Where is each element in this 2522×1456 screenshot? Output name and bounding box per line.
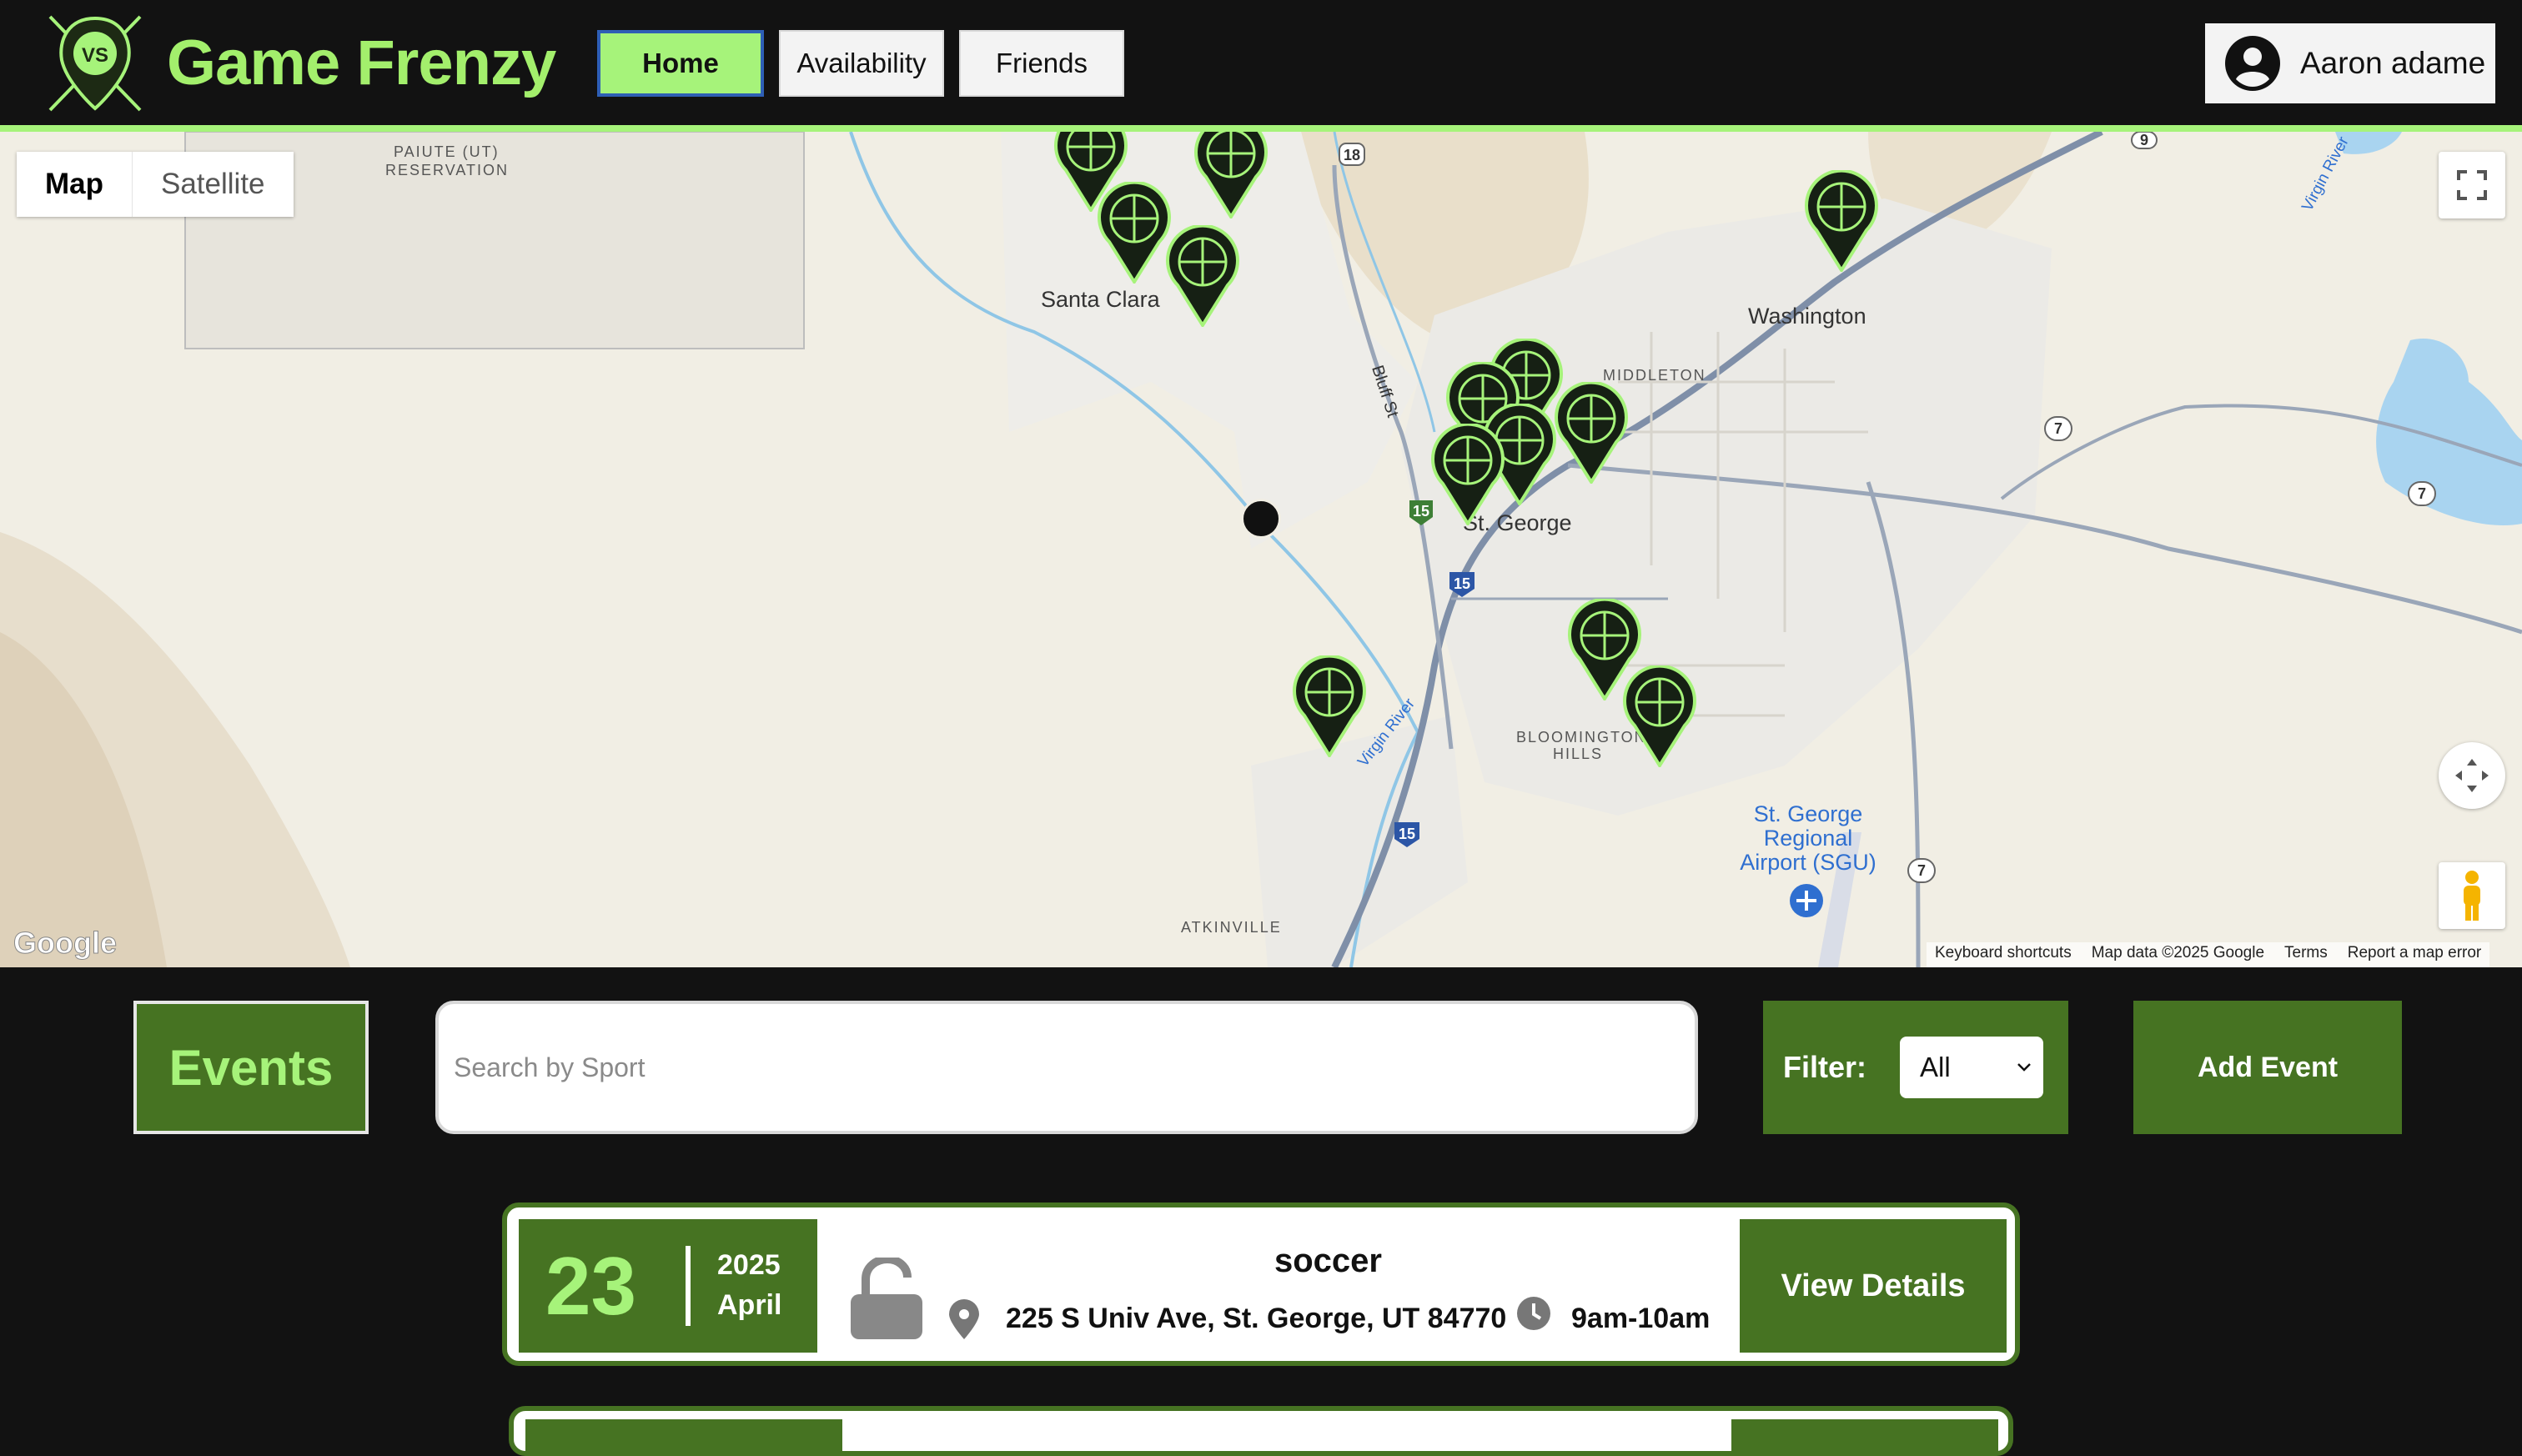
map-data-text: Map data ©2025 Google <box>2091 944 2265 961</box>
current-location-dot[interactable] <box>1241 499 1281 539</box>
map-type-satellite-button[interactable]: Satellite <box>133 152 294 217</box>
event-day: 23 <box>545 1240 637 1332</box>
view-details-button[interactable] <box>1731 1419 1998 1453</box>
map-canvas[interactable]: 18 15 15 15 7 7 7 9 <box>0 132 2522 967</box>
highway-shield-9: 9 <box>2140 132 2148 148</box>
nav-home-button[interactable]: Home <box>597 30 764 97</box>
highway-shield-18: 18 <box>1344 147 1360 163</box>
map-label-santa-clara: Santa Clara <box>1041 287 1160 312</box>
header-divider <box>0 125 2522 132</box>
event-marker[interactable] <box>1801 170 1881 272</box>
map-label-reservation: RESERVATION <box>385 162 510 178</box>
map-label-atkinville: ATKINVILLE <box>1181 919 1282 936</box>
event-marker[interactable] <box>1191 132 1271 218</box>
fullscreen-button[interactable] <box>2439 152 2505 218</box>
event-month: April <box>717 1289 782 1321</box>
street-view-button[interactable] <box>2439 862 2505 929</box>
filter-control: Filter: All <box>1763 1001 2068 1134</box>
highway-shield-15-south: 15 <box>1399 826 1415 842</box>
event-marker[interactable] <box>1428 424 1508 525</box>
event-time: 9am-10am <box>1571 1303 1711 1334</box>
event-marker[interactable] <box>1551 382 1631 484</box>
event-marker[interactable] <box>1289 655 1369 757</box>
clock-icon <box>1517 1297 1550 1330</box>
event-sport: soccer <box>1274 1243 1382 1279</box>
move-arrows-icon <box>2455 759 2489 792</box>
event-address: 225 S Univ Ave, St. George, UT 84770 <box>1006 1303 1507 1334</box>
map-attribution: Keyboard shortcuts Map data ©2025 Google… <box>1927 942 2490 967</box>
events-heading: Events <box>133 1001 369 1134</box>
events-map[interactable]: 18 15 15 15 7 7 7 9 PAIUTE (UT) RESERVAT… <box>0 132 2522 967</box>
event-card <box>509 1406 2013 1456</box>
map-label-washington: Washington <box>1748 304 1866 329</box>
event-date <box>525 1419 842 1453</box>
map-label-paiute: PAIUTE (UT) <box>394 143 500 160</box>
filter-select[interactable]: All <box>1900 1037 2044 1098</box>
add-event-button[interactable]: Add Event <box>2133 1001 2402 1134</box>
account-circle-icon <box>2225 36 2280 91</box>
highway-shield-15-north: 15 <box>1454 575 1470 592</box>
pegman-icon <box>2464 871 2480 921</box>
user-menu-button[interactable]: Aaron adame <box>2205 23 2495 103</box>
highway-shield-7-south: 7 <box>1917 862 1926 879</box>
location-pin-icon <box>949 1299 979 1339</box>
camera-control-button[interactable] <box>2439 742 2505 809</box>
event-card: 23 2025 April soccer 225 S Univ Ave, St.… <box>502 1202 2020 1366</box>
map-label-airport: St. George Regional Airport (SGU) <box>1735 802 1881 875</box>
filter-selected-value: All <box>1920 1052 1951 1082</box>
map-label-bloomington-hills: HILLS <box>1553 746 1604 762</box>
map-type-map-button[interactable]: Map <box>17 152 133 217</box>
chevron-down-icon <box>2017 1063 2031 1072</box>
event-year: 2025 <box>717 1249 781 1281</box>
view-details-button[interactable]: View Details <box>1740 1219 2007 1353</box>
user-name: Aaron adame <box>2300 46 2486 80</box>
highway-shield-7-north: 7 <box>2054 420 2062 437</box>
highway-shield-15-west: 15 <box>1413 503 1429 520</box>
map-label-airport-line1: St. George <box>1753 801 1863 826</box>
map-label-airport-line2: Regional <box>1763 826 1853 851</box>
fullscreen-icon <box>2457 170 2487 200</box>
terms-link[interactable]: Terms <box>2284 944 2328 966</box>
top-navbar: VS Game Frenzy Home Availability Friends… <box>0 0 2522 125</box>
keyboard-shortcuts-link[interactable]: Keyboard shortcuts <box>1935 944 2072 966</box>
event-marker[interactable] <box>1620 665 1700 767</box>
map-label-airport-line3: Airport (SGU) <box>1740 850 1876 875</box>
app-title: Game Frenzy <box>167 28 556 98</box>
game-frenzy-logo[interactable]: VS <box>43 12 147 115</box>
nav-friends-button[interactable]: Friends <box>959 30 1124 97</box>
sport-search-input[interactable] <box>435 1001 1698 1134</box>
google-logo[interactable]: Google <box>13 926 118 961</box>
highway-shield-7-east: 7 <box>2418 485 2426 502</box>
event-marker[interactable] <box>1163 225 1243 327</box>
nav-availability-button[interactable]: Availability <box>779 30 944 97</box>
filter-label: Filter: <box>1783 1050 1867 1084</box>
unlocked-icon <box>851 1258 922 1339</box>
logo-text: VS <box>82 44 108 67</box>
report-error-link[interactable]: Report a map error <box>2348 944 2482 966</box>
date-divider <box>686 1246 691 1326</box>
event-date: 23 2025 April <box>519 1219 817 1353</box>
map-type-control: Map Satellite <box>17 152 294 217</box>
